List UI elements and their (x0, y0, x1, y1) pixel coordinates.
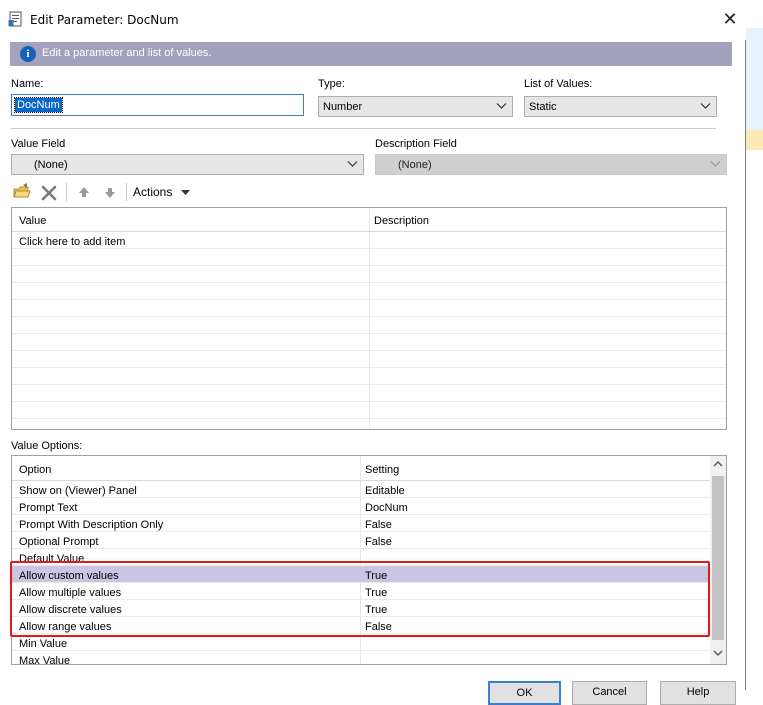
table-row (12, 368, 726, 385)
option-name: Prompt With Description Only (19, 519, 164, 531)
type-label: Type: (318, 78, 345, 90)
annotation-highlight-box (10, 561, 710, 637)
option-setting[interactable]: False (365, 536, 392, 548)
option-row[interactable]: Show on (Viewer) Panel Editable (12, 481, 710, 498)
name-input-value: DocNum (14, 97, 63, 113)
help-button-label: Help (686, 686, 710, 698)
scroll-down-arrow[interactable] (710, 647, 726, 663)
ok-button-label: OK (516, 687, 533, 699)
name-label: Name: (11, 78, 44, 90)
delete-button[interactable] (40, 182, 58, 202)
option-name: Optional Prompt (19, 536, 99, 548)
toolbar-separator (66, 183, 67, 201)
scroll-thumb[interactable] (712, 476, 724, 640)
actions-menu-label: Actions (133, 185, 173, 199)
table-row (12, 334, 726, 351)
edit-parameter-dialog: Edit Parameter: DocNum ✕ i Edit a parame… (0, 0, 746, 705)
caret-down-icon (180, 189, 190, 195)
option-name: Show on (Viewer) Panel (19, 485, 137, 497)
table-row (12, 351, 726, 368)
parameter-icon (8, 11, 24, 27)
toolbar-separator (126, 183, 127, 201)
chevron-down-icon (710, 161, 721, 167)
actions-menu-button[interactable]: Actions (133, 185, 190, 199)
delete-icon (41, 185, 57, 201)
table-row (12, 266, 726, 283)
import-folder-button[interactable] (12, 182, 32, 202)
info-icon: i (20, 46, 36, 62)
chevron-down-icon (496, 103, 507, 109)
ok-button[interactable]: OK (488, 681, 561, 705)
help-button[interactable]: Help (660, 681, 736, 705)
chevron-down-icon (700, 103, 711, 109)
option-row[interactable]: Optional Prompt False (12, 532, 710, 549)
table-row (12, 283, 726, 300)
add-item-placeholder[interactable]: Click here to add item (19, 236, 125, 248)
column-header-option[interactable]: Option (19, 464, 51, 476)
close-button[interactable]: ✕ (716, 8, 744, 32)
name-input[interactable]: DocNum (11, 94, 304, 116)
table-row (12, 249, 726, 266)
type-select-value: Number (323, 101, 363, 113)
list-of-values-select[interactable]: Static (524, 96, 717, 117)
table-row (12, 385, 726, 402)
table-row (12, 300, 726, 317)
cancel-button[interactable]: Cancel (572, 681, 647, 705)
open-folder-icon (13, 183, 31, 198)
option-name: Max Value (19, 655, 71, 665)
description-field-value: (None) (398, 159, 432, 171)
values-grid[interactable]: Value Description Click here to add item (11, 207, 727, 430)
title-bar: Edit Parameter: DocNum ✕ (0, 0, 746, 40)
background-app-strip (746, 28, 763, 130)
add-item-row[interactable]: Click here to add item (12, 232, 726, 249)
value-field-select[interactable]: (None) (11, 154, 364, 175)
description-field-label: Description Field (375, 138, 457, 150)
chevron-down-icon (347, 161, 358, 167)
option-row[interactable]: Prompt Text DocNum (12, 498, 710, 515)
column-header-value[interactable]: Value (19, 215, 46, 227)
option-row[interactable]: Prompt With Description Only False (12, 515, 710, 532)
arrow-down-icon (105, 188, 115, 198)
background-app-strip-accent (746, 130, 763, 150)
column-header-description[interactable]: Description (374, 215, 429, 227)
move-down-button[interactable] (102, 182, 118, 202)
type-select[interactable]: Number (318, 96, 513, 117)
option-setting[interactable]: DocNum (365, 502, 408, 514)
value-field-label: Value Field (11, 138, 66, 150)
move-up-button[interactable] (76, 182, 92, 202)
column-header-setting[interactable]: Setting (365, 464, 399, 476)
value-options-label: Value Options: (11, 440, 83, 452)
option-row[interactable]: Max Value (12, 651, 710, 665)
option-name: Min Value (19, 638, 68, 650)
divider (11, 128, 716, 129)
list-of-values-value: Static (529, 101, 557, 113)
option-setting[interactable]: False (365, 519, 392, 531)
info-banner: i Edit a parameter and list of values. (10, 42, 732, 66)
list-of-values-label: List of Values: (524, 78, 593, 90)
banner-text: Edit a parameter and list of values. (42, 47, 212, 59)
description-field-select: (None) (375, 154, 727, 175)
table-row (12, 402, 726, 419)
table-row (12, 317, 726, 334)
value-options-header: Option Setting (12, 456, 710, 481)
cancel-button-label: Cancel (592, 686, 627, 698)
vertical-scrollbar[interactable] (710, 456, 726, 664)
values-grid-header: Value Description (12, 208, 726, 232)
option-name: Prompt Text (19, 502, 78, 514)
value-field-value: (None) (34, 159, 68, 171)
option-setting[interactable]: Editable (365, 485, 405, 497)
scroll-up-arrow[interactable] (710, 458, 726, 474)
dialog-title: Edit Parameter: DocNum (30, 13, 179, 27)
arrow-up-icon (79, 187, 89, 197)
